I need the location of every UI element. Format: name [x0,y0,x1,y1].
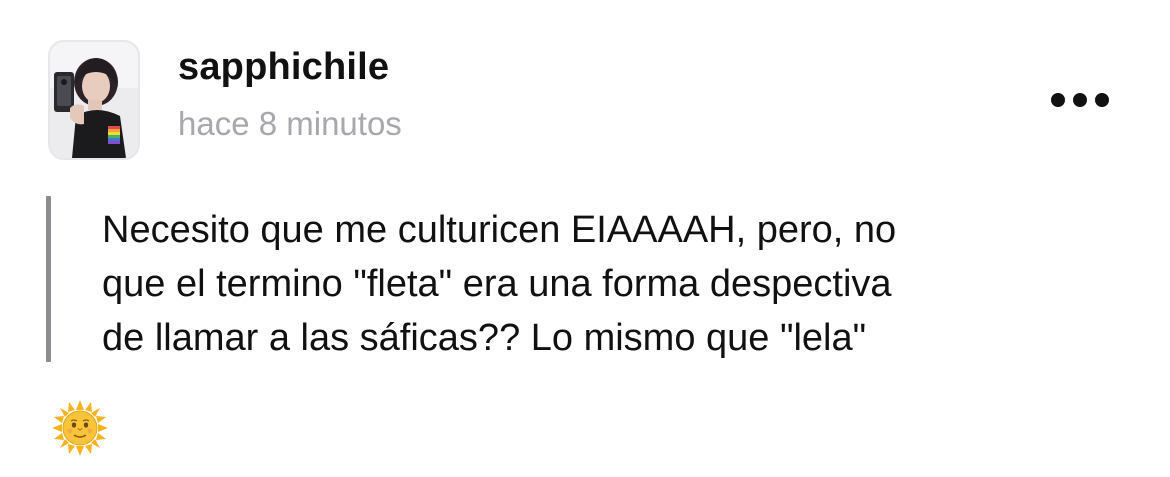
avatar[interactable] [48,40,140,160]
sun-with-face-icon[interactable] [50,398,110,458]
post-timestamp: hace 8 minutos [178,105,402,142]
more-options-icon [1095,93,1109,107]
author-name[interactable]: sapphichile [178,44,389,90]
post-card: sapphichile hace 8 minutos Necesito que … [0,0,1170,477]
more-options-icon [1073,93,1087,107]
more-options-button[interactable] [1040,80,1120,120]
more-options-icon [1051,93,1065,107]
post-body-line: que el termino "fleta" era una forma des… [102,263,892,305]
avatar-photo [50,42,138,158]
post-body: Necesito que me culturicen EIAAAAH, pero… [102,203,1142,365]
sun-with-face-icon [52,400,108,456]
quote-bar [46,196,51,362]
post-body-line: Necesito que me culturicen EIAAAAH, pero… [102,209,897,251]
post-body-line: de llamar a las sáficas?? Lo mismo que "… [102,317,867,359]
